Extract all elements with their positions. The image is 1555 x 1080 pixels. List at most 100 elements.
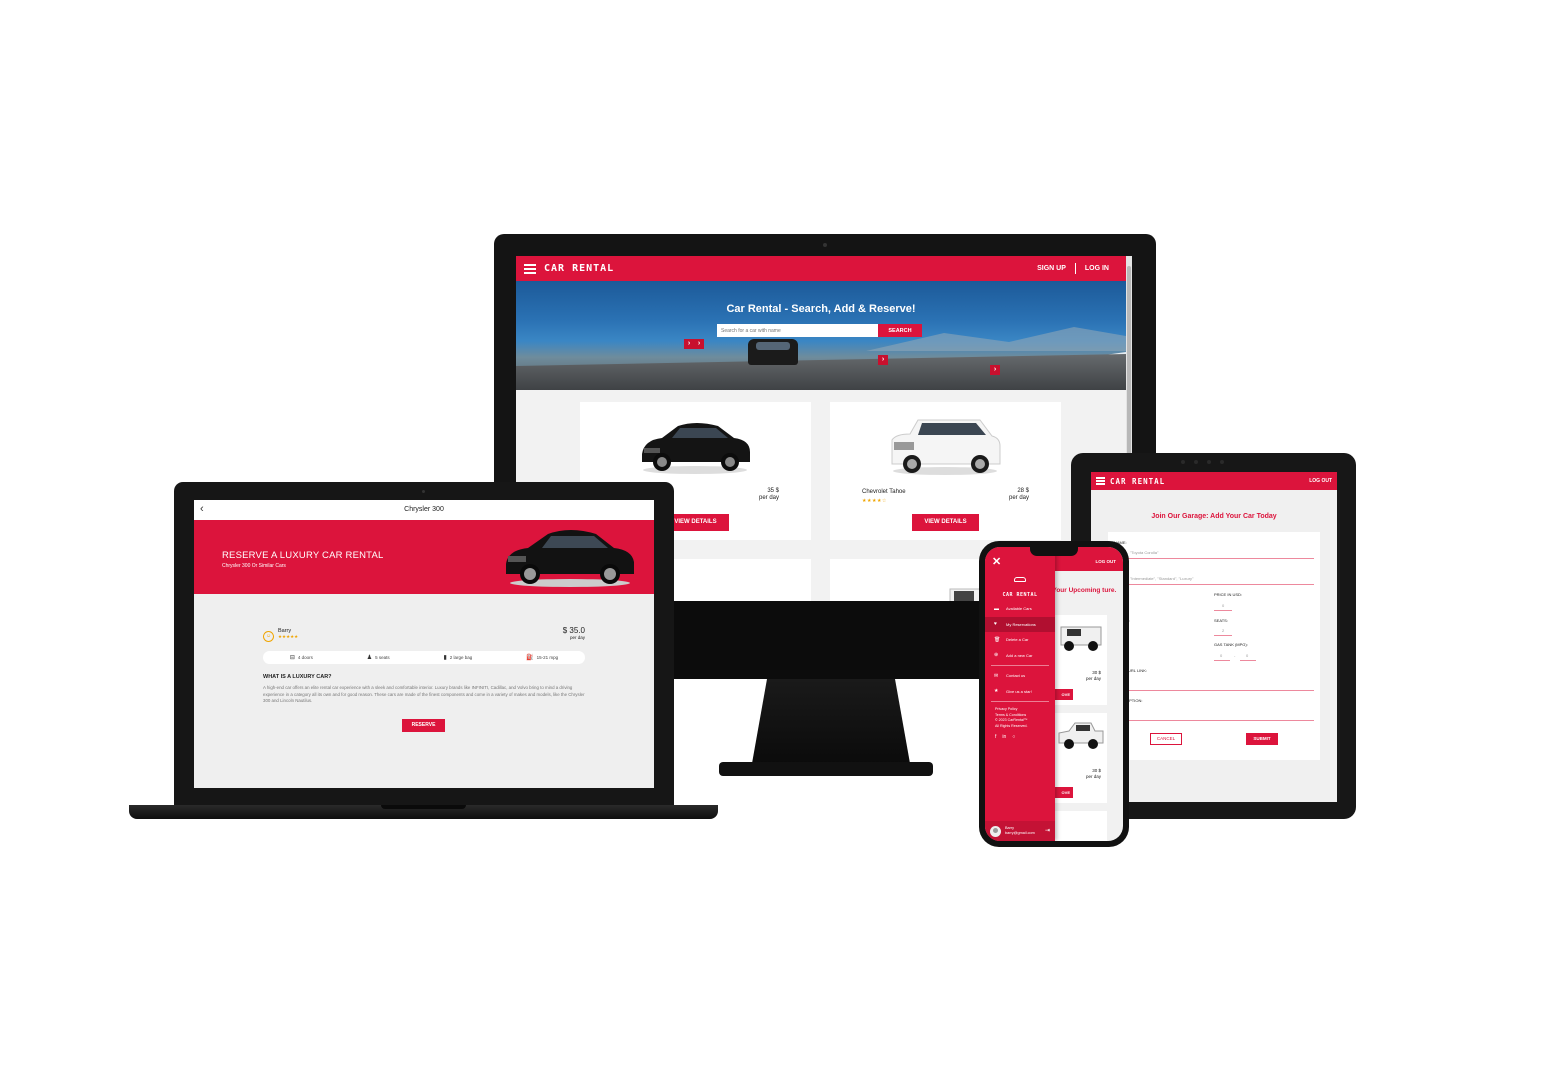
side-drawer: ✕ CAR RENTAL ▬ Available Cars ♥ My Reserva… <box>985 547 1055 841</box>
description-input[interactable] <box>1114 720 1314 721</box>
car-price: 35 $ per day <box>759 488 779 502</box>
phone-device: LOG OUT y: Your Upcoming ture. 30 $ per … <box>979 541 1129 847</box>
name-input[interactable]: "Toyota Corolla" <box>1130 550 1158 555</box>
gas-max-input[interactable]: 0 <box>1246 653 1248 658</box>
monitor-stand-base <box>719 762 933 776</box>
luxury-question-heading: WHAT IS A LUXURY CAR? <box>263 674 332 680</box>
menu-item-add-car[interactable]: ⊕ Add a new Car <box>985 648 1055 664</box>
car-name: Chevrolet Tahoe <box>862 489 906 495</box>
gas-tank-label: GAS TANK (MPG): <box>1214 642 1248 647</box>
social-links: f in ○ <box>995 734 1015 740</box>
car-price-period: per day <box>758 495 779 501</box>
facebook-icon[interactable]: f <box>995 734 996 740</box>
sedan-car-image <box>642 423 750 474</box>
car-door-icon: ⊟ <box>289 655 295 661</box>
cancel-button[interactable]: CANCEL <box>1150 733 1182 745</box>
menu-item-my-reservations[interactable]: ♥ My Reservations <box>985 616 1055 632</box>
mail-icon: ✉ <box>994 672 999 679</box>
trash-icon: 🗑 <box>994 636 1001 643</box>
seats-label: SEATS: <box>1214 618 1228 623</box>
sign-up-link[interactable]: SIGN UP <box>1028 265 1075 272</box>
car-price-amount: 28 $ <box>1017 488 1029 494</box>
menu-item-delete-car[interactable]: 🗑 Delete a Car <box>985 632 1055 648</box>
monitor-stand <box>751 679 911 769</box>
reservation-card[interactable] <box>1047 811 1107 841</box>
reserve-button[interactable]: RESERVE <box>402 719 445 732</box>
drawer-legal: Privacy Policy Terms & Conditions © 2023… <box>995 707 1028 729</box>
price-underline <box>1214 610 1232 611</box>
person-icon: ♟ <box>366 655 373 661</box>
owner-info: ☺ Barry ★★★★★ <box>263 628 298 642</box>
luggage-icon: ▮ <box>443 655 447 661</box>
device-mockup-stage: CAR RENTAL SIGN UP LOG IN › › › › Car Re… <box>0 0 1555 1080</box>
user-avatar-icon: ☺ <box>263 631 274 642</box>
hamburger-menu-icon[interactable] <box>524 263 536 274</box>
fuel-pump-icon: ⛽ <box>526 655 534 661</box>
github-icon[interactable]: ○ <box>1012 734 1015 740</box>
name-underline <box>1114 558 1314 559</box>
gas-min-input[interactable]: 0 <box>1220 653 1222 658</box>
linkedin-icon[interactable]: in <box>1002 734 1006 740</box>
menu-divider <box>991 701 1049 702</box>
spec-mpg-label: 15-21 mpg <box>536 655 559 660</box>
price-input[interactable]: 0 <box>1222 603 1224 608</box>
brand-logo[interactable]: CAR RENTAL <box>1110 477 1165 486</box>
pickup-car-image <box>1058 722 1104 749</box>
close-icon[interactable]: ✕ <box>992 555 1001 568</box>
search-input[interactable] <box>717 324 878 337</box>
seats-underline <box>1214 635 1232 636</box>
spec-bags-label: 2 large bag <box>449 655 473 660</box>
car-card[interactable]: Chevrolet Tahoe ★★★★☆ 28 $ per day VIEW … <box>830 402 1061 540</box>
chrysler-car-image <box>506 530 634 587</box>
spec-seats: ♟ 5 seats <box>367 654 390 661</box>
road-sign-icon: › <box>684 339 694 349</box>
car-price: 28 $ per day <box>1009 488 1029 502</box>
search-button[interactable]: SEARCH <box>878 324 922 337</box>
drawer-user-bar: Barry barry@gmail.com ⇥ <box>985 821 1055 841</box>
rental-price-amount: $ 35.0 <box>562 626 585 635</box>
view-details-button[interactable]: VIEW DETAILS <box>912 514 979 531</box>
hamburger-menu-icon[interactable] <box>1096 477 1105 485</box>
add-car-heading: Join Our Garage: Add Your Car Today <box>1151 513 1277 520</box>
desktop-hero-banner: › › › › Car Rental - Search, Add & Reser… <box>516 281 1126 390</box>
logout-icon[interactable]: ⇥ <box>1045 827 1050 834</box>
menu-item-contact-us[interactable]: ✉ Contact us <box>985 668 1055 684</box>
star-icon: ★ <box>994 688 999 695</box>
image-url-input[interactable] <box>1114 690 1314 691</box>
spec-seats-label: 5 seats <box>375 655 390 660</box>
reserve-hero-subtitle: Chrysler 300 Or Similar Cars <box>222 563 286 569</box>
menu-item-label: Contact us <box>1006 673 1026 679</box>
car-specs-bar: ⊟ 4 doors ♟ 5 seats ▮ 2 large bag ⛽ 15-21 mp… <box>263 651 585 664</box>
spec-doors-label: 4 doors <box>297 655 313 660</box>
hero-road <box>516 354 1126 390</box>
menu-item-available-cars[interactable]: ▬ Available Cars <box>985 601 1055 617</box>
brand-logo[interactable]: CAR RENTAL <box>544 263 614 274</box>
laptop-device: ‹ Chrysler 300 RESERVE A LUXURY CAR RENT… <box>174 482 674 805</box>
reservation-card[interactable]: 30 $ per day OVE <box>1047 713 1107 803</box>
reservation-price-period: per day <box>1085 773 1101 779</box>
submit-button[interactable]: SUBMIT <box>1246 733 1278 745</box>
spec-mpg: ⛽ 15-21 mpg <box>526 654 558 661</box>
tablet-navbar: CAR RENTAL LOG OUT <box>1091 472 1337 490</box>
reserve-hero-title: RESERVE A LUXURY CAR RENTAL <box>222 550 384 561</box>
reservations-heading: y: Your Upcoming ture. <box>1045 587 1117 594</box>
gas-min-underline <box>1214 660 1230 661</box>
log-in-link[interactable]: LOG IN <box>1076 265 1118 272</box>
reservation-card[interactable]: 30 $ per day OVE <box>1047 615 1107 705</box>
gas-max-underline <box>1240 660 1256 661</box>
class-input[interactable]: "Intermediate", "Standard", "Luxury" <box>1130 576 1193 581</box>
user-avatar <box>990 825 1001 837</box>
car-logo-icon <box>1014 577 1026 582</box>
heart-icon: ♥ <box>994 621 997 628</box>
menu-item-give-star[interactable]: ★ Give us a star! <box>985 684 1055 700</box>
rights-text: All Rights Reserved. <box>995 723 1028 728</box>
drawer-logo[interactable]: CAR RENTAL <box>999 577 1041 601</box>
seats-input[interactable]: 2 <box>1222 628 1224 633</box>
log-out-link[interactable]: LOG OUT <box>1096 559 1117 564</box>
car-detail-title: Chrysler 300 <box>404 506 444 513</box>
laptop-base <box>129 805 718 819</box>
log-out-link[interactable]: LOG OUT <box>1309 478 1332 484</box>
car-price-amount: 35 $ <box>767 488 779 494</box>
menu-divider <box>991 665 1049 666</box>
drawer-menu: ▬ Available Cars ♥ My Reservations 🗑 Delete… <box>985 601 1055 704</box>
